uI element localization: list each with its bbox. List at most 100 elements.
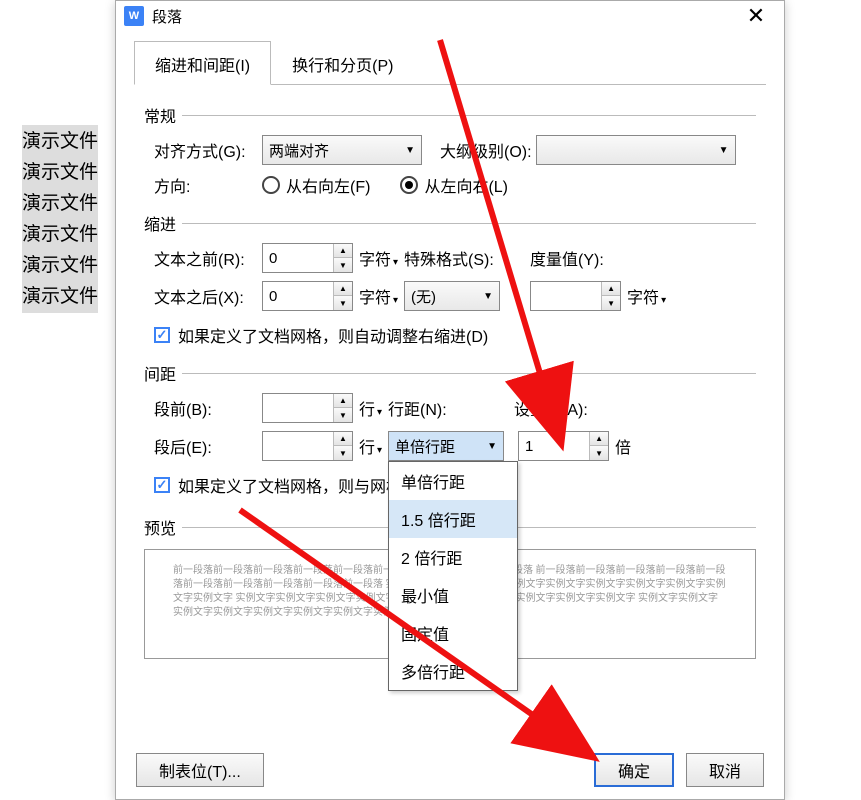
spinner-buttons[interactable]: ▲▼ bbox=[333, 432, 352, 460]
tab-line-page-breaks[interactable]: 换行和分页(P) bbox=[271, 41, 414, 84]
checkbox-label: 如果定义了文档网格，则与网格对 bbox=[178, 473, 418, 497]
spinner-down-icon[interactable]: ▼ bbox=[334, 446, 352, 460]
spacing-before-spinner[interactable]: ▲▼ bbox=[262, 393, 353, 423]
radio-rtl[interactable]: 从右向左(F) bbox=[262, 173, 370, 197]
bg-line: 演示文件 bbox=[22, 126, 98, 157]
setvalue-spinner[interactable]: ▲▼ bbox=[518, 431, 609, 461]
divider bbox=[182, 115, 756, 116]
spinner-buttons[interactable]: ▲▼ bbox=[333, 394, 352, 422]
spinner-buttons[interactable]: ▲▼ bbox=[333, 244, 352, 272]
linespacing-option[interactable]: 多倍行距 bbox=[389, 652, 517, 690]
button-label: 确定 bbox=[618, 758, 650, 782]
spinner-down-icon[interactable]: ▼ bbox=[334, 408, 352, 422]
section-general: 常规 bbox=[144, 103, 756, 127]
alignment-label: 对齐方式(G): bbox=[154, 138, 262, 162]
row-indent-before: 文本之前(R): ▲▼ 字符▾ 特殊格式(S): 度量值(Y): bbox=[154, 243, 756, 273]
dropdown-caret-icon[interactable]: ▾ bbox=[393, 257, 398, 268]
bg-line: 演示文件 bbox=[22, 157, 98, 188]
spinner-buttons[interactable]: ▲▼ bbox=[589, 432, 608, 460]
linespacing-option[interactable]: 2 倍行距 bbox=[389, 538, 517, 576]
app-icon: W bbox=[124, 6, 144, 26]
section-indent: 缩进 bbox=[144, 211, 756, 235]
linespacing-option[interactable]: 最小值 bbox=[389, 576, 517, 614]
dropdown-value: 两端对齐 bbox=[269, 140, 399, 161]
unit-line: 行▾ bbox=[359, 396, 382, 420]
outline-dropdown[interactable]: ▼ bbox=[536, 135, 736, 165]
special-format-dropdown[interactable]: (无) ▼ bbox=[404, 281, 500, 311]
linespacing-label: 行距(N): bbox=[388, 396, 496, 420]
direction-radios: 从右向左(F) 从左向右(L) bbox=[262, 173, 508, 197]
alignment-dropdown[interactable]: 两端对齐 ▼ bbox=[262, 135, 422, 165]
spinner-down-icon[interactable]: ▼ bbox=[602, 296, 620, 310]
linespacing-dropdown[interactable]: 单倍行距 ▼ 单倍行距 1.5 倍行距 2 倍行距 最小值 固定值 多倍行距 bbox=[388, 431, 504, 461]
dropdown-caret-icon[interactable]: ▾ bbox=[377, 407, 382, 418]
dialog-footer: 制表位(T)... 确定 取消 bbox=[116, 753, 784, 787]
spinner-down-icon[interactable]: ▼ bbox=[334, 258, 352, 272]
radio-label: 从左向右(L) bbox=[424, 173, 508, 197]
dropdown-caret-icon[interactable]: ▾ bbox=[377, 445, 382, 456]
unit-char: 字符▾ bbox=[359, 246, 398, 270]
spacing-after-input[interactable] bbox=[263, 432, 333, 460]
ok-button[interactable]: 确定 bbox=[594, 753, 674, 787]
button-label: 制表位(T)... bbox=[159, 758, 241, 782]
direction-label: 方向: bbox=[154, 173, 262, 197]
dropdown-caret-icon[interactable]: ▾ bbox=[393, 295, 398, 306]
indent-before-spinner[interactable]: ▲▼ bbox=[262, 243, 353, 273]
bg-line: 演示文件 bbox=[22, 219, 98, 250]
tab-label: 换行和分页(P) bbox=[292, 58, 393, 75]
checkbox-icon bbox=[154, 327, 170, 343]
radio-icon bbox=[400, 176, 418, 194]
cancel-button[interactable]: 取消 bbox=[686, 753, 764, 787]
indent-before-input[interactable] bbox=[263, 244, 333, 272]
special-format-label: 特殊格式(S): bbox=[404, 246, 512, 270]
linespacing-option[interactable]: 1.5 倍行距 bbox=[389, 500, 517, 538]
indent-after-spinner[interactable]: ▲▼ bbox=[262, 281, 353, 311]
spinner-down-icon[interactable]: ▼ bbox=[590, 446, 608, 460]
section-title: 缩进 bbox=[144, 211, 176, 235]
spinner-up-icon[interactable]: ▲ bbox=[334, 282, 352, 296]
radio-ltr[interactable]: 从左向右(L) bbox=[400, 173, 508, 197]
spinner-up-icon[interactable]: ▲ bbox=[590, 432, 608, 446]
button-label: 取消 bbox=[709, 758, 741, 782]
spacing-after-label: 段后(E): bbox=[154, 434, 262, 458]
radio-icon bbox=[262, 176, 280, 194]
spinner-up-icon[interactable]: ▲ bbox=[602, 282, 620, 296]
spinner-up-icon[interactable]: ▲ bbox=[334, 432, 352, 446]
section-title: 间距 bbox=[144, 361, 176, 385]
unit-line: 行▾ bbox=[359, 434, 382, 458]
divider bbox=[182, 223, 756, 224]
spinner-buttons[interactable]: ▲▼ bbox=[601, 282, 620, 310]
divider bbox=[182, 373, 756, 374]
dropdown-value: (无) bbox=[411, 286, 477, 307]
spinner-up-icon[interactable]: ▲ bbox=[334, 394, 352, 408]
setvalue-input[interactable] bbox=[519, 432, 589, 460]
spinner-buttons[interactable]: ▲▼ bbox=[333, 282, 352, 310]
spinner-down-icon[interactable]: ▼ bbox=[334, 296, 352, 310]
measure-spinner[interactable]: ▲▼ bbox=[530, 281, 621, 311]
linespacing-option[interactable]: 固定值 bbox=[389, 614, 517, 652]
indent-after-input[interactable] bbox=[263, 282, 333, 310]
measure-label: 度量值(Y): bbox=[530, 246, 650, 270]
spinner-up-icon[interactable]: ▲ bbox=[334, 244, 352, 258]
spacing-before-label: 段前(B): bbox=[154, 396, 262, 420]
tab-label: 缩进和间距(I) bbox=[155, 58, 250, 75]
unit-char: 字符▾ bbox=[359, 284, 398, 308]
unit-char: 字符▾ bbox=[627, 284, 666, 308]
chevron-down-icon: ▼ bbox=[483, 291, 493, 302]
checkbox-label: 如果定义了文档网格，则自动调整右缩进(D) bbox=[178, 323, 488, 347]
background-document-text: 演示文件 演示文件 演示文件 演示文件 演示文件 演示文件 bbox=[22, 125, 98, 313]
unit-multiple: 倍 bbox=[615, 434, 631, 458]
indent-grid-checkbox[interactable]: 如果定义了文档网格，则自动调整右缩进(D) bbox=[154, 323, 756, 347]
tabstops-button[interactable]: 制表位(T)... bbox=[136, 753, 264, 787]
linespacing-option[interactable]: 单倍行距 bbox=[389, 462, 517, 500]
dropdown-caret-icon[interactable]: ▾ bbox=[661, 295, 666, 306]
measure-input[interactable] bbox=[531, 282, 601, 310]
chevron-down-icon: ▼ bbox=[719, 145, 729, 156]
dialog-body: 常规 对齐方式(G): 两端对齐 ▼ 大纲级别(O): ▼ 方向: 从右向左(F… bbox=[116, 85, 784, 659]
tab-indent-spacing[interactable]: 缩进和间距(I) bbox=[134, 41, 271, 85]
spacing-before-input[interactable] bbox=[263, 394, 333, 422]
bg-line: 演示文件 bbox=[22, 188, 98, 219]
close-icon[interactable]: ✕ bbox=[736, 3, 776, 29]
spacing-after-spinner[interactable]: ▲▼ bbox=[262, 431, 353, 461]
indent-before-label: 文本之前(R): bbox=[154, 246, 262, 270]
